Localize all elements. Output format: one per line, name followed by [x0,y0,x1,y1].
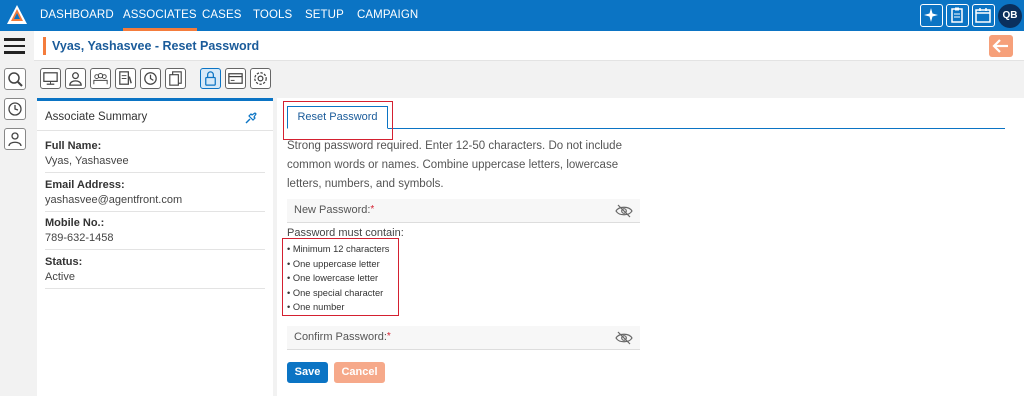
user-avatar[interactable]: QB [998,4,1022,28]
email-field: Email Address: yashasvee@agentfront.com [45,179,265,206]
field-label: Email Address: [45,179,125,191]
new-password-field[interactable]: New Password:* [287,199,640,223]
tab-underline [287,128,1005,129]
card-icon[interactable] [225,68,246,89]
summary-title: Associate Summary [45,111,148,123]
rules-highlight-box [282,238,399,316]
field-value: Active [45,271,75,283]
clipboard-icon[interactable] [946,4,969,27]
nav-associates[interactable]: ASSOCIATES [123,0,197,31]
search-icon[interactable] [4,68,26,90]
required-marker: * [370,204,375,215]
documents-icon[interactable] [165,68,186,89]
lock-icon[interactable] [200,68,221,89]
field-label: Status: [45,256,83,268]
summary-divider [37,130,273,131]
history-icon[interactable] [4,98,26,120]
mobile-field: Mobile No.: 789-632-1458 [45,217,265,244]
sparkle-icon[interactable] [920,4,943,27]
save-button[interactable]: Save [287,362,328,383]
full-name-field: Full Name: Vyas, Yashasvee [45,140,265,167]
page-header: Vyas, Yashasvee - Reset Password [34,31,1024,61]
eye-slash-icon[interactable] [615,331,633,345]
app-logo-icon[interactable] [5,3,29,27]
hamburger-icon[interactable] [4,38,25,54]
clock-icon[interactable] [140,68,161,89]
user-settings-icon[interactable] [4,128,26,150]
field-value: 789-632-1458 [45,232,114,244]
field-divider [45,288,265,289]
field-value: yashasvee@agentfront.com [45,194,183,206]
field-label: Mobile No.: [45,217,105,229]
document-edit-icon[interactable] [115,68,136,89]
pin-icon[interactable] [244,111,258,125]
confirm-password-field[interactable]: Confirm Password:* [287,326,640,350]
nav-setup[interactable]: SETUP [305,0,344,31]
field-divider [45,172,265,173]
person-icon[interactable] [65,68,86,89]
required-marker: * [386,331,391,342]
status-field: Status: Active [45,256,265,283]
nav-dashboard[interactable]: DASHBOARD [40,0,114,31]
cancel-button[interactable]: Cancel [334,362,385,383]
nav-tools[interactable]: TOOLS [253,0,292,31]
field-divider [45,249,265,250]
nav-campaign[interactable]: CAMPAIGN [357,0,418,31]
field-divider [45,211,265,212]
field-value: Vyas, Yashasvee [45,155,129,167]
eye-slash-icon[interactable] [615,204,633,218]
back-arrow-icon[interactable] [989,35,1013,57]
people-icon[interactable] [90,68,111,89]
calendar-icon[interactable] [972,4,995,27]
new-password-label: New Password:* [294,204,375,216]
field-label: Full Name: [45,140,102,152]
page-title: Vyas, Yashasvee - Reset Password [43,37,259,55]
password-requirements-text: Strong password required. Enter 12-50 ch… [287,140,622,190]
tab-highlight-box [283,101,393,140]
gear-icon[interactable] [250,68,271,89]
associate-summary-card: Associate Summary Full Name: Vyas, Yasha… [37,98,273,396]
desktop-icon[interactable] [40,68,61,89]
top-nav: DASHBOARD ASSOCIATES CASES TOOLS SETUP C… [0,0,1024,31]
confirm-password-label: Confirm Password:* [294,331,391,343]
nav-cases[interactable]: CASES [202,0,242,31]
